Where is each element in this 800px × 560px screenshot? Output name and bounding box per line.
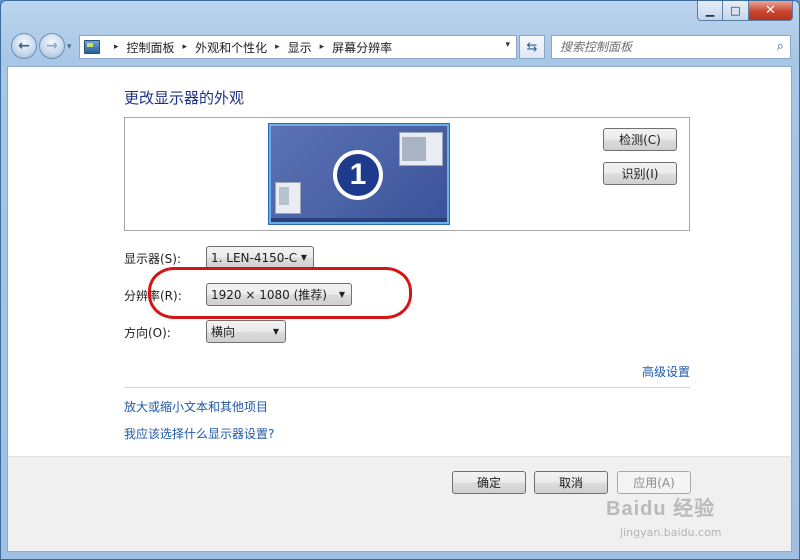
refresh-icon: ⇆ [526, 39, 538, 55]
address-bar[interactable]: ▸ 控制面板 ▸ 外观和个性化 ▸ 显示 ▸ 屏幕分辨率 ▾ [79, 35, 517, 59]
orientation-label: 方向(O): [124, 326, 171, 340]
breadcrumb-screen-resolution[interactable]: 屏幕分辨率 [332, 39, 392, 56]
minimize-button[interactable]: ▁ [697, 1, 723, 21]
search-icon[interactable]: ⌕ [777, 39, 784, 54]
chevron-right-icon[interactable]: ▸ [183, 42, 188, 52]
cancel-button[interactable]: 取消 [534, 471, 608, 494]
navigation-bar: ← → ▾ ▸ 控制面板 ▸ 外观和个性化 ▸ 显示 ▸ 屏幕分辨率 ▾ ⇆ ⌕ [1, 31, 800, 63]
breadcrumb-control-panel[interactable]: 控制面板 [127, 39, 175, 56]
monitor-1-thumbnail[interactable]: 1 [269, 124, 449, 224]
search-box[interactable]: ⌕ [551, 35, 791, 59]
content-pane: 更改显示器的外观 1 检测(C) 识别(I) 显示器(S): 1. LEN-41… [7, 66, 792, 456]
detect-button[interactable]: 检测(C) [603, 128, 677, 151]
identify-button[interactable]: 识别(I) [603, 162, 677, 185]
breadcrumb-appearance[interactable]: 外观和个性化 [195, 39, 267, 56]
monitor-number-badge: 1 [333, 150, 383, 200]
text-size-link[interactable]: 放大或缩小文本和其他项目 [124, 398, 268, 415]
back-arrow-icon: ← [18, 38, 30, 54]
baidu-watermark: Baidu 经验 [606, 498, 716, 520]
annotation-highlight-ring [148, 267, 412, 319]
maximize-icon: □ [730, 4, 741, 17]
forward-button[interactable]: → [39, 33, 65, 59]
minimize-icon: ▁ [705, 4, 715, 17]
apply-button[interactable]: 应用(A) [617, 471, 691, 494]
control-panel-icon [84, 40, 100, 54]
breadcrumb-display[interactable]: 显示 [288, 39, 312, 56]
caption-buttons: ▁ □ ✕ [697, 1, 793, 21]
maximize-button[interactable]: □ [723, 1, 749, 21]
chevron-right-icon[interactable]: ▸ [114, 42, 119, 52]
refresh-button[interactable]: ⇆ [519, 35, 545, 59]
close-icon: ✕ [765, 3, 776, 18]
which-settings-link[interactable]: 我应该选择什么显示器设置? [124, 425, 274, 442]
ok-button[interactable]: 确定 [452, 471, 526, 494]
display-select[interactable]: 1. LEN-4150-C ▼ [206, 246, 314, 269]
close-button[interactable]: ✕ [749, 1, 793, 21]
watermark-url: jingyan.baidu.com [620, 526, 722, 539]
taskbar-thumbnail [271, 218, 447, 222]
chevron-down-icon: ▼ [300, 253, 307, 262]
chevron-down-icon: ▼ [272, 327, 279, 336]
orientation-value: 横向 [211, 325, 236, 339]
back-button[interactable]: ← [11, 33, 37, 59]
monitor-preview: 1 检测(C) 识别(I) [124, 117, 690, 231]
address-dropdown-icon[interactable]: ▾ [505, 40, 510, 50]
page-title: 更改显示器的外观 [124, 89, 245, 107]
recent-pages-dropdown[interactable]: ▾ [67, 42, 72, 52]
monitor-number: 1 [337, 154, 379, 196]
chevron-right-icon[interactable]: ▸ [320, 42, 325, 52]
window-thumbnail-icon [399, 132, 443, 166]
advanced-settings-link[interactable]: 高级设置 [642, 363, 690, 380]
search-input[interactable] [552, 40, 762, 54]
window-thumbnail-icon [275, 182, 301, 214]
chevron-right-icon[interactable]: ▸ [275, 42, 280, 52]
display-label: 显示器(S): [124, 252, 182, 266]
divider [124, 387, 690, 388]
display-value: 1. LEN-4150-C [211, 250, 298, 265]
orientation-select[interactable]: 横向 ▼ [206, 320, 286, 343]
forward-arrow-icon: → [46, 38, 58, 54]
